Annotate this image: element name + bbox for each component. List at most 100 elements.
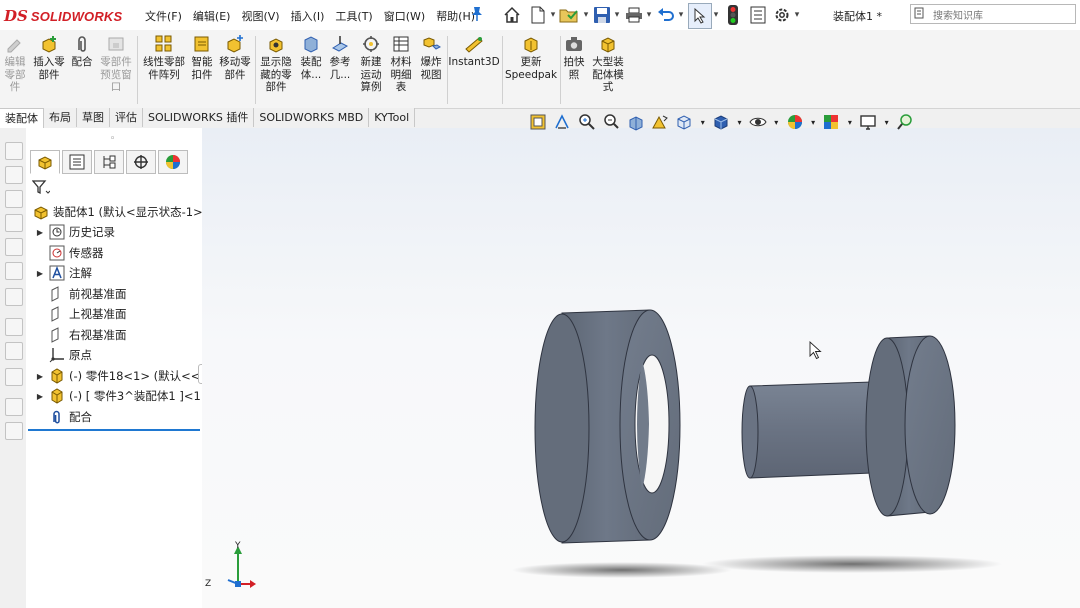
tree-item-top-plane[interactable]: 上视基准面 xyxy=(34,304,127,324)
tree-item-front-plane[interactable]: 前视基准面 xyxy=(34,284,127,304)
tab-assembly[interactable]: 装配体 xyxy=(0,108,44,128)
expand-arrow-icon[interactable]: ▶ xyxy=(34,228,46,237)
search-scope-icon[interactable] xyxy=(911,7,927,22)
strip-tool-1-icon[interactable] xyxy=(5,142,23,160)
new-motion-study-button[interactable]: 新建 运动 算例 xyxy=(357,34,385,94)
edit-component-button[interactable]: 编辑 零部 件 xyxy=(2,34,28,94)
open-folder-icon[interactable] xyxy=(558,3,580,27)
tab-evaluate[interactable]: 评估 xyxy=(110,108,143,127)
print-dropdown-chevron-icon[interactable]: ▾ xyxy=(644,3,654,27)
select-dropdown-chevron-icon[interactable]: ▾ xyxy=(711,3,721,27)
pin-menu-icon[interactable] xyxy=(470,6,484,26)
tab-layout[interactable]: 布局 xyxy=(44,108,77,127)
tree-item-annotations[interactable]: ▶ 注解 xyxy=(34,263,92,283)
tab-feature-tree[interactable] xyxy=(30,150,60,174)
solidworks-logo[interactable]: DS SOLIDWORKS xyxy=(4,6,122,26)
file-properties-icon[interactable] xyxy=(748,3,768,27)
move-component-icon xyxy=(227,35,243,53)
reference-geometry-button[interactable]: 参考 几... xyxy=(326,34,354,81)
strip-tool-5-icon[interactable] xyxy=(5,238,23,256)
insert-component-button[interactable]: 插入零 部件 xyxy=(30,34,68,81)
expand-arrow-icon[interactable]: ▶ xyxy=(34,269,46,278)
home-icon[interactable] xyxy=(502,3,522,27)
mate-button[interactable]: 配合 xyxy=(70,34,94,69)
tree-item-mates[interactable]: 配合 xyxy=(34,407,92,427)
open-dropdown-chevron-icon[interactable]: ▾ xyxy=(581,3,591,27)
assembly-3d-scene[interactable]: Y Z xyxy=(202,128,1080,608)
large-assembly-mode-button[interactable]: 大型装 配体模 式 xyxy=(588,34,628,94)
tree-item-part3[interactable]: ▶ (-) [ 零件3^装配体1 ]<1 xyxy=(34,386,201,406)
knowledge-base-search[interactable]: 搜索知识库 xyxy=(910,4,1076,24)
new-dropdown-chevron-icon[interactable]: ▾ xyxy=(548,3,558,27)
expand-arrow-icon[interactable]: ▶ xyxy=(34,392,46,401)
menu-insert[interactable]: 插入(I) xyxy=(291,8,325,24)
exploded-view-button[interactable]: 爆炸 视图 xyxy=(417,34,445,81)
left-tool-strip xyxy=(0,128,26,608)
tree-item-sensors[interactable]: 传感器 xyxy=(34,243,104,263)
strip-tool-6-icon[interactable] xyxy=(5,262,23,280)
tree-item-origin[interactable]: 原点 xyxy=(34,345,92,365)
undo-icon[interactable] xyxy=(656,3,676,27)
tab-configuration-manager[interactable] xyxy=(94,150,124,174)
tree-root-assembly[interactable]: 装配体1 (默认<显示状态-1> xyxy=(30,202,203,222)
update-speedpak-button[interactable]: 更新 Speedpak xyxy=(504,34,558,81)
panel-collapse-handle-icon[interactable]: ◦ xyxy=(110,134,115,144)
menu-window[interactable]: 窗口(W) xyxy=(384,8,425,24)
tree-item-part18[interactable]: ▶ (-) 零件18<1> (默认<< xyxy=(34,366,200,386)
strip-tool-10-icon[interactable] xyxy=(5,368,23,386)
assembly-features-button[interactable]: 装配 体... xyxy=(298,34,324,81)
tab-property-manager[interactable] xyxy=(62,150,92,174)
move-component-button[interactable]: 移动零 部件 xyxy=(217,34,253,81)
tree-rollback-bar[interactable] xyxy=(28,429,200,431)
menu-file[interactable]: 文件(F) xyxy=(145,8,182,24)
print-icon[interactable] xyxy=(624,3,644,27)
dimxpert-crosshair-icon xyxy=(134,155,148,169)
strip-tool-8-icon[interactable] xyxy=(5,318,23,336)
search-input[interactable]: 搜索知识库 xyxy=(933,7,983,22)
new-document-icon[interactable] xyxy=(528,3,548,27)
tab-solidworks-addins[interactable]: SOLIDWORKS 插件 xyxy=(143,108,255,127)
strip-tool-11-icon[interactable] xyxy=(5,398,23,416)
tab-display-manager[interactable] xyxy=(158,150,188,174)
tab-kytool[interactable]: KYTool xyxy=(369,108,416,127)
strip-tool-4-icon[interactable] xyxy=(5,214,23,232)
bom-table-icon xyxy=(393,36,409,52)
undo-dropdown-chevron-icon[interactable]: ▾ xyxy=(676,3,686,27)
save-icon[interactable] xyxy=(592,3,612,27)
menu-edit[interactable]: 编辑(E) xyxy=(193,8,231,24)
instant3d-button[interactable]: Instant3D xyxy=(448,34,500,69)
component-preview-window-button[interactable]: 零部件 预览窗 口 xyxy=(97,34,135,94)
tree-item-history[interactable]: ▶ 历史记录 xyxy=(34,222,115,242)
take-snapshot-button[interactable]: 拍快 照 xyxy=(562,34,586,81)
edit-component-icon xyxy=(7,39,21,53)
tab-dimxpert-manager[interactable] xyxy=(126,150,156,174)
expand-arrow-icon[interactable]: ▶ xyxy=(34,372,46,381)
menu-view[interactable]: 视图(V) xyxy=(241,8,279,24)
pin-shadow xyxy=(702,555,1002,573)
select-cursor-icon[interactable] xyxy=(688,3,712,29)
stepped-pin-part[interactable] xyxy=(741,335,956,517)
smart-fasteners-button[interactable]: 智能 扣件 xyxy=(189,34,215,81)
strip-tool-2-icon[interactable] xyxy=(5,166,23,184)
strip-tool-3-icon[interactable] xyxy=(5,190,23,208)
save-dropdown-chevron-icon[interactable]: ▾ xyxy=(612,3,622,27)
linear-component-pattern-button[interactable]: 线性零部 件阵列 xyxy=(140,34,188,81)
menu-tools[interactable]: 工具(T) xyxy=(335,8,372,24)
show-hidden-components-button[interactable]: 显示隐 藏的零 部件 xyxy=(257,34,295,94)
ribbon-separator xyxy=(560,36,561,104)
display-manager-icon xyxy=(166,155,180,169)
strip-tool-12-icon[interactable] xyxy=(5,422,23,440)
options-dropdown-chevron-icon[interactable]: ▾ xyxy=(792,3,802,27)
tree-item-right-plane[interactable]: 右视基准面 xyxy=(34,325,127,345)
bushing-part-ring[interactable] xyxy=(534,309,681,544)
bill-of-materials-button[interactable]: 材料 明细 表 xyxy=(388,34,414,94)
strip-tool-7-icon[interactable] xyxy=(5,288,23,306)
filter-funnel-icon[interactable] xyxy=(31,180,51,200)
strip-tool-9-icon[interactable] xyxy=(5,342,23,360)
options-gear-icon[interactable] xyxy=(772,3,792,27)
tab-solidworks-mbd[interactable]: SOLIDWORKS MBD xyxy=(254,108,370,127)
command-manager-tabs: 装配体 布局 草图 评估 SOLIDWORKS 插件 SOLIDWORKS MB… xyxy=(0,108,416,128)
tab-sketch[interactable]: 草图 xyxy=(77,108,110,127)
rebuild-traffic-light-icon[interactable] xyxy=(726,3,740,27)
large-assembly-icon xyxy=(601,37,615,53)
